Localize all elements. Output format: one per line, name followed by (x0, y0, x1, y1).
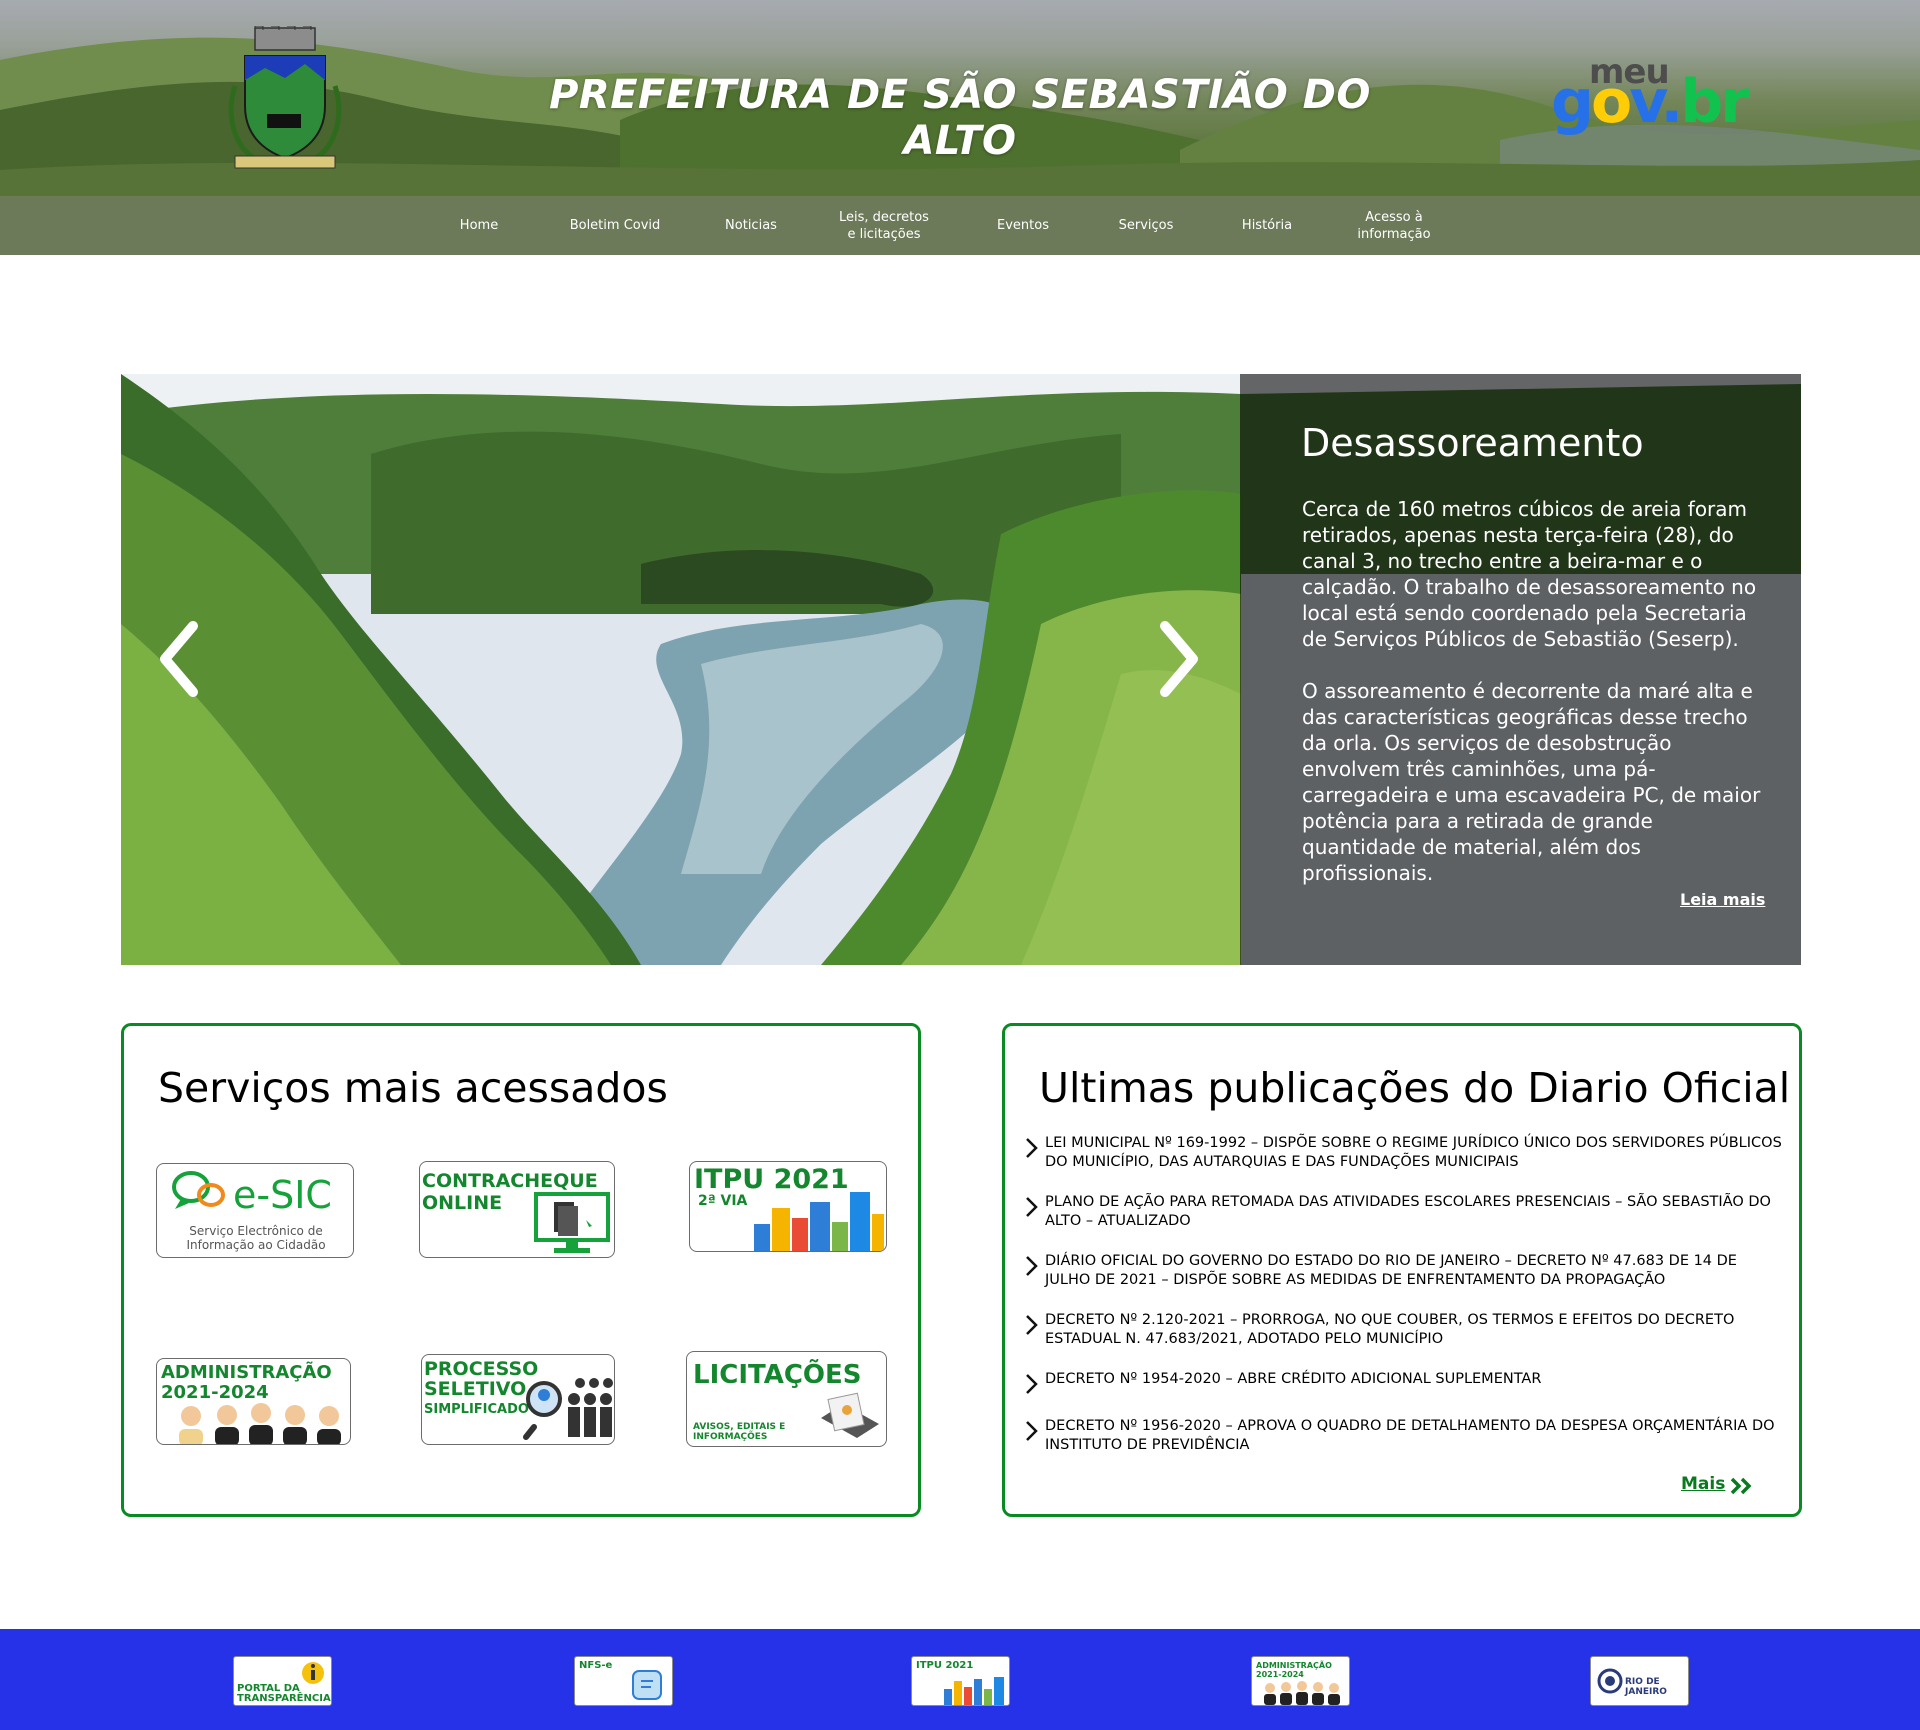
chevron-right-icon (1026, 1256, 1038, 1276)
govbr-letter: b (1680, 67, 1723, 137)
carousel-next-arrow[interactable] (1149, 614, 1209, 704)
team-people-icon (1264, 1681, 1340, 1705)
govbr-letter: . (1660, 67, 1683, 137)
chevron-right-icon (1026, 1315, 1038, 1335)
govbr-letter: g (1551, 67, 1594, 137)
services-panel: Serviços mais acessados e-SIC Serviço El… (121, 1023, 921, 1517)
carousel-paragraph-2: O assoreamento é decorrente da maré alta… (1302, 679, 1761, 885)
monitor-document-icon (534, 1192, 610, 1253)
chevron-right-icon (1026, 1138, 1038, 1158)
publication-text: DECRETO Nº 1954-2020 – ABRE CRÉDITO ADIC… (1045, 1371, 1542, 1387)
publication-item[interactable]: DECRETO Nº 2.120-2021 – PRORROGA, NO QUE… (1023, 1311, 1783, 1351)
carousel-prev-arrow[interactable] (149, 614, 209, 704)
site-header: PREFEITURA DE SÃO SEBASTIÃO DO ALTO meu … (0, 0, 1920, 255)
footer-link-portal-transparencia[interactable]: PORTAL DA TRANSPARÊNCIA (233, 1656, 332, 1706)
more-publications-link[interactable]: Mais (1681, 1474, 1725, 1494)
esic-name: e-SIC (233, 1173, 332, 1217)
city-buildings-icon (754, 1192, 884, 1251)
footer-link-label: ITPU 2021 (916, 1660, 974, 1671)
publication-text: DIÁRIO OFICIAL DO GOVERNO DO ESTADO DO R… (1045, 1253, 1737, 1288)
info-icon (302, 1662, 324, 1684)
administracao-name: ADMINISTRAÇÃO 2021-2024 (161, 1362, 332, 1403)
footer-link-label: RIO DE JANEIRO (1625, 1677, 1667, 1697)
publication-item[interactable]: PLANO DE AÇÃO PARA RETOMADA DAS ATIVIDAD… (1023, 1193, 1783, 1233)
publication-item[interactable]: DECRETO Nº 1954-2020 – ABRE CRÉDITO ADIC… (1023, 1370, 1783, 1394)
city-buildings-icon (944, 1677, 1004, 1705)
carousel-title: Desassoreamento (1301, 421, 1644, 465)
nav-item-historia[interactable]: História (1231, 196, 1303, 255)
processo-sub: SIMPLIFICADO (424, 1402, 529, 1417)
licitacoes-service-tile[interactable]: LICITAÇÕES AVISOS, EDITAIS E INFORMAÇÕES (686, 1351, 887, 1447)
news-carousel: Desassoreamento Cerca de 160 metros cúbi… (121, 374, 1801, 965)
publication-text: DECRETO Nº 1956-2020 – APROVA O QUADRO D… (1045, 1418, 1775, 1453)
publication-item[interactable]: DECRETO Nº 1956-2020 – APROVA O QUADRO D… (1023, 1417, 1783, 1457)
magnifier-people-icon (523, 1378, 613, 1440)
footer-link-label: PORTAL DA TRANSPARÊNCIA (237, 1683, 331, 1704)
site-title: PREFEITURA DE SÃO SEBASTIÃO DO ALTO (549, 72, 1371, 164)
licitacoes-sub: AVISOS, EDITAIS E INFORMAÇÕES (693, 1422, 786, 1442)
nav-item-home[interactable]: Home (444, 196, 514, 255)
govbr-logo[interactable]: meu gov.br (1545, 52, 1750, 142)
footer-link-itpu[interactable]: ITPU 2021 (911, 1656, 1010, 1706)
carousel-paragraph-1: Cerca de 160 metros cúbicos de areia for… (1302, 497, 1757, 651)
footer-bar: PORTAL DA TRANSPARÊNCIA NFS-e ITPU 2021 … (0, 1629, 1920, 1730)
esic-subtitle: Serviço Electrônico de Informação ao Cid… (186, 1224, 326, 1252)
publication-text: LEI MUNICIPAL Nº 169-1992 – DISPÕE SOBRE… (1045, 1135, 1782, 1170)
chevron-right-icon (1026, 1421, 1038, 1441)
administracao-service-tile[interactable]: ADMINISTRAÇÃO 2021-2024 (156, 1358, 351, 1445)
nav-item-leis-decretos[interactable]: Leis, decretos e licitações (832, 196, 936, 255)
coat-of-arms-logo[interactable] (215, 26, 355, 174)
licitacoes-name: LICITAÇÕES (693, 1360, 862, 1390)
chat-bubbles-icon (172, 1171, 225, 1209)
services-title: Serviços mais acessados (158, 1064, 668, 1112)
govbr-wordmark: gov.br (1551, 72, 1750, 132)
nav-item-noticias[interactable]: Noticias (715, 196, 787, 255)
nav-item-eventos[interactable]: Eventos (989, 196, 1057, 255)
itpu-sub: 2ª VIA (698, 1193, 748, 1209)
nav-item-servicos[interactable]: Serviços (1110, 196, 1182, 255)
nav-item-acesso-informacao[interactable]: Acesso à informação (1344, 196, 1444, 255)
esic-service-tile[interactable]: e-SIC Serviço Electrônico de Informação … (156, 1163, 354, 1258)
read-more-link[interactable]: Leia mais (1680, 890, 1765, 909)
publication-item[interactable]: LEI MUNICIPAL Nº 169-1992 – DISPÕE SOBRE… (1023, 1134, 1783, 1174)
document-folder-icon (821, 1392, 879, 1438)
footer-link-label: ADMINISTRAÇÃO 2021-2024 (1256, 1661, 1332, 1679)
publication-text: PLANO DE AÇÃO PARA RETOMADA DAS ATIVIDAD… (1045, 1194, 1771, 1229)
double-chevron-right-icon[interactable] (1729, 1477, 1753, 1495)
footer-link-nfse[interactable]: NFS-e (574, 1656, 673, 1706)
publication-text: DECRETO Nº 2.120-2021 – PRORROGA, NO QUE… (1045, 1312, 1735, 1347)
state-seal-icon (1597, 1668, 1623, 1694)
chevron-right-icon (1026, 1197, 1038, 1217)
govbr-letter: r (1720, 67, 1750, 137)
publication-item[interactable]: DIÁRIO OFICIAL DO GOVERNO DO ESTADO DO R… (1023, 1252, 1783, 1292)
footer-link-administracao[interactable]: ADMINISTRAÇÃO 2021-2024 (1251, 1656, 1350, 1706)
nav-item-boletim-covid[interactable]: Boletim Covid (565, 196, 665, 255)
nfse-document-icon (632, 1670, 662, 1700)
chevron-right-icon (1026, 1374, 1038, 1394)
diario-oficial-panel: Ultimas publicações do Diario Oficial LE… (1002, 1023, 1802, 1517)
main-nav: Home Boletim Covid Noticias Leis, decret… (0, 196, 1920, 255)
contracheque-service-tile[interactable]: CONTRACHEQUE ONLINE (419, 1161, 615, 1258)
footer-link-governo-rj[interactable]: RIO DE JANEIRO (1590, 1656, 1689, 1706)
govbr-letter: o (1590, 67, 1632, 137)
itpu-service-tile[interactable]: ITPU 2021 2ª VIA (689, 1161, 887, 1252)
carousel-caption: Desassoreamento Cerca de 160 metros cúbi… (1240, 374, 1801, 965)
footer-link-label: NFS-e (579, 1660, 613, 1671)
team-people-icon (179, 1403, 341, 1444)
diario-title: Ultimas publicações do Diario Oficial (1039, 1064, 1791, 1112)
processo-seletivo-service-tile[interactable]: PROCESSO SELETIVO SIMPLIFICADO (421, 1354, 615, 1445)
govbr-letter: v (1629, 67, 1663, 137)
